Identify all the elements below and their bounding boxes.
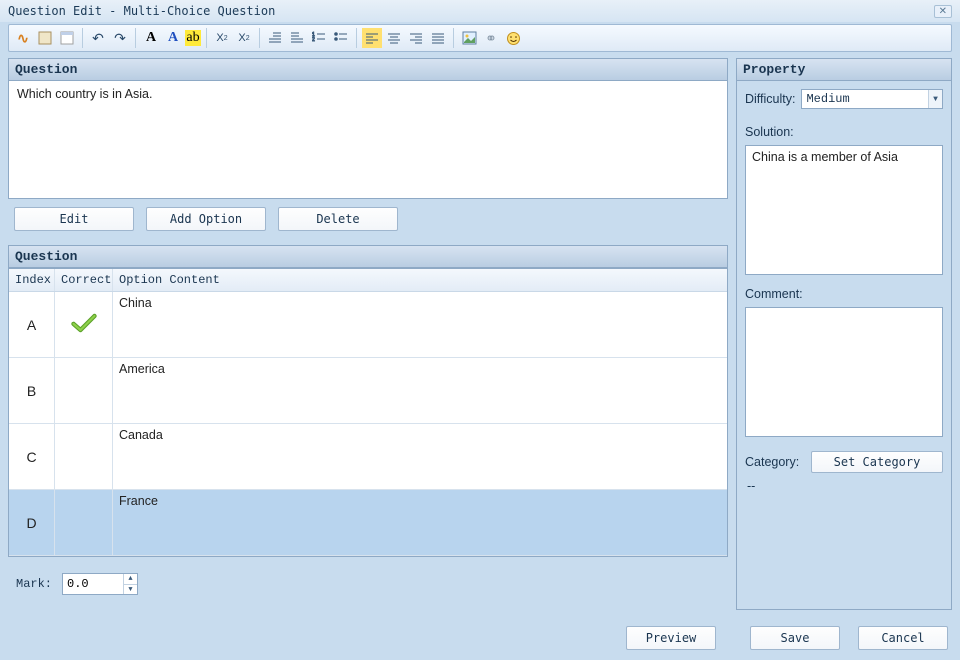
options-table: Index Correct Option Content A China B Amer… bbox=[8, 268, 728, 557]
mark-input[interactable] bbox=[63, 574, 123, 594]
svg-text:2: 2 bbox=[312, 37, 315, 43]
mark-label: Mark: bbox=[16, 577, 52, 591]
col-index: Index bbox=[9, 269, 55, 291]
table-row[interactable]: C Canada bbox=[9, 424, 727, 490]
row-content: America bbox=[113, 358, 727, 423]
cancel-button[interactable]: Cancel bbox=[858, 626, 948, 650]
property-panel-header: Property bbox=[736, 58, 952, 81]
close-icon[interactable]: ✕ bbox=[934, 5, 952, 18]
row-content: France bbox=[113, 490, 727, 555]
bullet-list-icon[interactable] bbox=[331, 28, 351, 48]
question-text[interactable]: Which country is in Asia. bbox=[8, 81, 728, 199]
align-left-icon[interactable] bbox=[362, 28, 382, 48]
align-right-icon[interactable] bbox=[406, 28, 426, 48]
row-index: C bbox=[9, 424, 55, 489]
format-toolbar: ∿ ↶ ↷ A A ab X2 X2 12 ⚭ bbox=[8, 24, 952, 52]
solution-label: Solution: bbox=[745, 125, 943, 139]
question-panel-header: Question bbox=[8, 58, 728, 81]
category-value: -- bbox=[745, 479, 943, 493]
align-center-icon[interactable] bbox=[384, 28, 404, 48]
ordered-list-icon[interactable]: 12 bbox=[309, 28, 329, 48]
edit-button[interactable]: Edit bbox=[14, 207, 134, 231]
font-color-icon[interactable]: A bbox=[163, 28, 183, 48]
set-category-button[interactable]: Set Category bbox=[811, 451, 943, 473]
table-row[interactable]: D France bbox=[9, 490, 727, 556]
link-icon[interactable]: ⚭ bbox=[481, 28, 501, 48]
redo-icon[interactable]: ↷ bbox=[110, 28, 130, 48]
window-title: Question Edit - Multi-Choice Question bbox=[8, 4, 275, 18]
row-correct[interactable] bbox=[55, 424, 113, 489]
delete-button[interactable]: Delete bbox=[278, 207, 398, 231]
highlight-icon[interactable]: ab bbox=[185, 30, 201, 46]
category-label: Category: bbox=[745, 455, 805, 469]
comment-textarea[interactable] bbox=[745, 307, 943, 437]
subscript-icon[interactable]: X2 bbox=[212, 28, 232, 48]
row-correct[interactable] bbox=[55, 490, 113, 555]
mark-spinner[interactable]: ▲ ▼ bbox=[62, 573, 138, 595]
check-icon bbox=[70, 312, 98, 337]
add-option-button[interactable]: Add Option bbox=[146, 207, 266, 231]
image-icon[interactable] bbox=[459, 28, 479, 48]
indent-left-icon[interactable] bbox=[265, 28, 285, 48]
col-correct: Correct bbox=[55, 269, 113, 291]
chevron-down-icon[interactable]: ▼ bbox=[928, 90, 942, 108]
difficulty-select[interactable]: Medium ▼ bbox=[801, 89, 943, 109]
row-content: China bbox=[113, 292, 727, 357]
titlebar: Question Edit - Multi-Choice Question ✕ bbox=[0, 0, 960, 22]
align-justify-icon[interactable] bbox=[428, 28, 448, 48]
col-content: Option Content bbox=[113, 269, 727, 291]
row-index: A bbox=[9, 292, 55, 357]
emoji-icon[interactable] bbox=[503, 28, 523, 48]
row-index: B bbox=[9, 358, 55, 423]
indent-right-icon[interactable] bbox=[287, 28, 307, 48]
difficulty-label: Difficulty: bbox=[745, 92, 795, 106]
box-icon[interactable] bbox=[35, 28, 55, 48]
undo-icon[interactable]: ↶ bbox=[88, 28, 108, 48]
table-row[interactable]: A China bbox=[9, 292, 727, 358]
row-correct[interactable] bbox=[55, 358, 113, 423]
save-button[interactable]: Save bbox=[750, 626, 840, 650]
spin-down-icon[interactable]: ▼ bbox=[124, 585, 137, 595]
wave-icon[interactable]: ∿ bbox=[13, 28, 33, 48]
superscript-icon[interactable]: X2 bbox=[234, 28, 254, 48]
difficulty-value: Medium bbox=[806, 92, 849, 106]
preview-button[interactable]: Preview bbox=[626, 626, 716, 650]
font-bold-icon[interactable]: A bbox=[141, 28, 161, 48]
spin-up-icon[interactable]: ▲ bbox=[124, 574, 137, 585]
options-panel-header: Question bbox=[8, 245, 728, 268]
comment-label: Comment: bbox=[745, 287, 943, 301]
row-correct[interactable] bbox=[55, 292, 113, 357]
panel-icon[interactable] bbox=[57, 28, 77, 48]
table-row[interactable]: B America bbox=[9, 358, 727, 424]
row-content: Canada bbox=[113, 424, 727, 489]
solution-textarea[interactable]: China is a member of Asia bbox=[745, 145, 943, 275]
row-index: D bbox=[9, 490, 55, 555]
